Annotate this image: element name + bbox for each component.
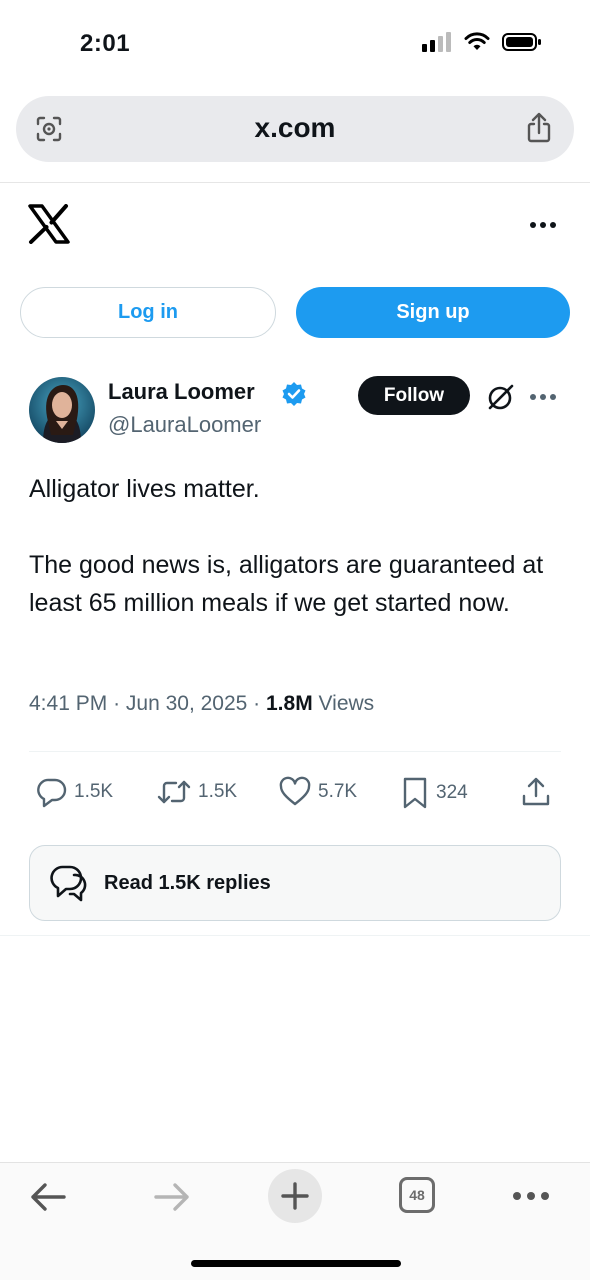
browser-more-icon[interactable] — [512, 1191, 550, 1201]
tweet-text: Alligator lives matter. The good news is… — [29, 475, 544, 617]
share-tweet-button[interactable] — [520, 776, 552, 808]
grok-icon[interactable] — [486, 382, 516, 417]
like-button[interactable]: 5.7K — [278, 776, 357, 808]
forward-arrow-icon[interactable] — [152, 1179, 192, 1215]
like-count: 5.7K — [318, 781, 358, 802]
repost-button[interactable]: 1.5K — [156, 776, 237, 808]
signup-button[interactable]: Sign up — [296, 287, 570, 338]
back-arrow-icon[interactable] — [28, 1179, 68, 1215]
tweet-time[interactable]: 4:41 PM — [29, 692, 107, 715]
reply-button[interactable]: 1.5K — [36, 776, 113, 808]
avatar[interactable] — [29, 377, 95, 443]
reply-count: 1.5K — [74, 781, 114, 802]
tabs-button[interactable]: 48 — [399, 1177, 435, 1213]
repost-icon — [157, 780, 191, 804]
plus-icon — [281, 1182, 309, 1210]
views-count: 1.8M — [266, 692, 313, 715]
battery-icon — [502, 33, 541, 51]
share-tweet-icon — [522, 777, 550, 806]
divider — [0, 182, 590, 183]
verified-badge-icon — [281, 381, 307, 412]
status-bar: 2:01 — [0, 0, 590, 90]
repost-count: 1.5K — [198, 781, 238, 802]
bookmark-icon — [403, 777, 427, 809]
url-text[interactable]: x.com — [16, 112, 574, 144]
divider — [29, 751, 561, 752]
tabs-count: 48 — [399, 1177, 435, 1213]
bookmark-button[interactable]: 324 — [400, 776, 468, 810]
follow-button[interactable]: Follow — [358, 376, 470, 415]
status-icons — [422, 32, 542, 52]
separator-dot: · — [113, 692, 126, 715]
tweet-date[interactable]: Jun 30, 2025 — [126, 692, 247, 715]
read-replies-button[interactable]: Read 1.5K replies — [29, 845, 561, 921]
cellular-signal-icon — [422, 32, 451, 52]
login-button[interactable]: Log in — [20, 287, 276, 338]
heart-icon — [279, 776, 311, 806]
handle[interactable]: @LauraLoomer — [108, 412, 261, 438]
replies-icon — [50, 865, 87, 902]
separator-dot: · — [253, 692, 266, 715]
reply-icon — [37, 778, 67, 808]
wifi-icon — [464, 32, 490, 50]
tweet-meta: 4:41 PM · Jun 30, 2025 · 1.8M Views — [29, 692, 374, 716]
views-label: Views — [318, 692, 375, 715]
bookmark-count: 324 — [436, 782, 468, 803]
share-icon[interactable] — [524, 112, 554, 149]
read-replies-label: Read 1.5K replies — [104, 871, 271, 894]
status-time: 2:01 — [80, 30, 131, 57]
x-logo-icon[interactable] — [28, 204, 70, 249]
divider — [0, 935, 590, 936]
more-options-icon[interactable] — [530, 216, 556, 234]
home-indicator — [191, 1260, 401, 1267]
new-tab-button[interactable] — [268, 1169, 322, 1223]
tweet-more-icon[interactable] — [530, 388, 556, 406]
address-bar[interactable]: x.com — [16, 96, 574, 162]
display-name[interactable]: Laura Loomer — [108, 379, 255, 405]
